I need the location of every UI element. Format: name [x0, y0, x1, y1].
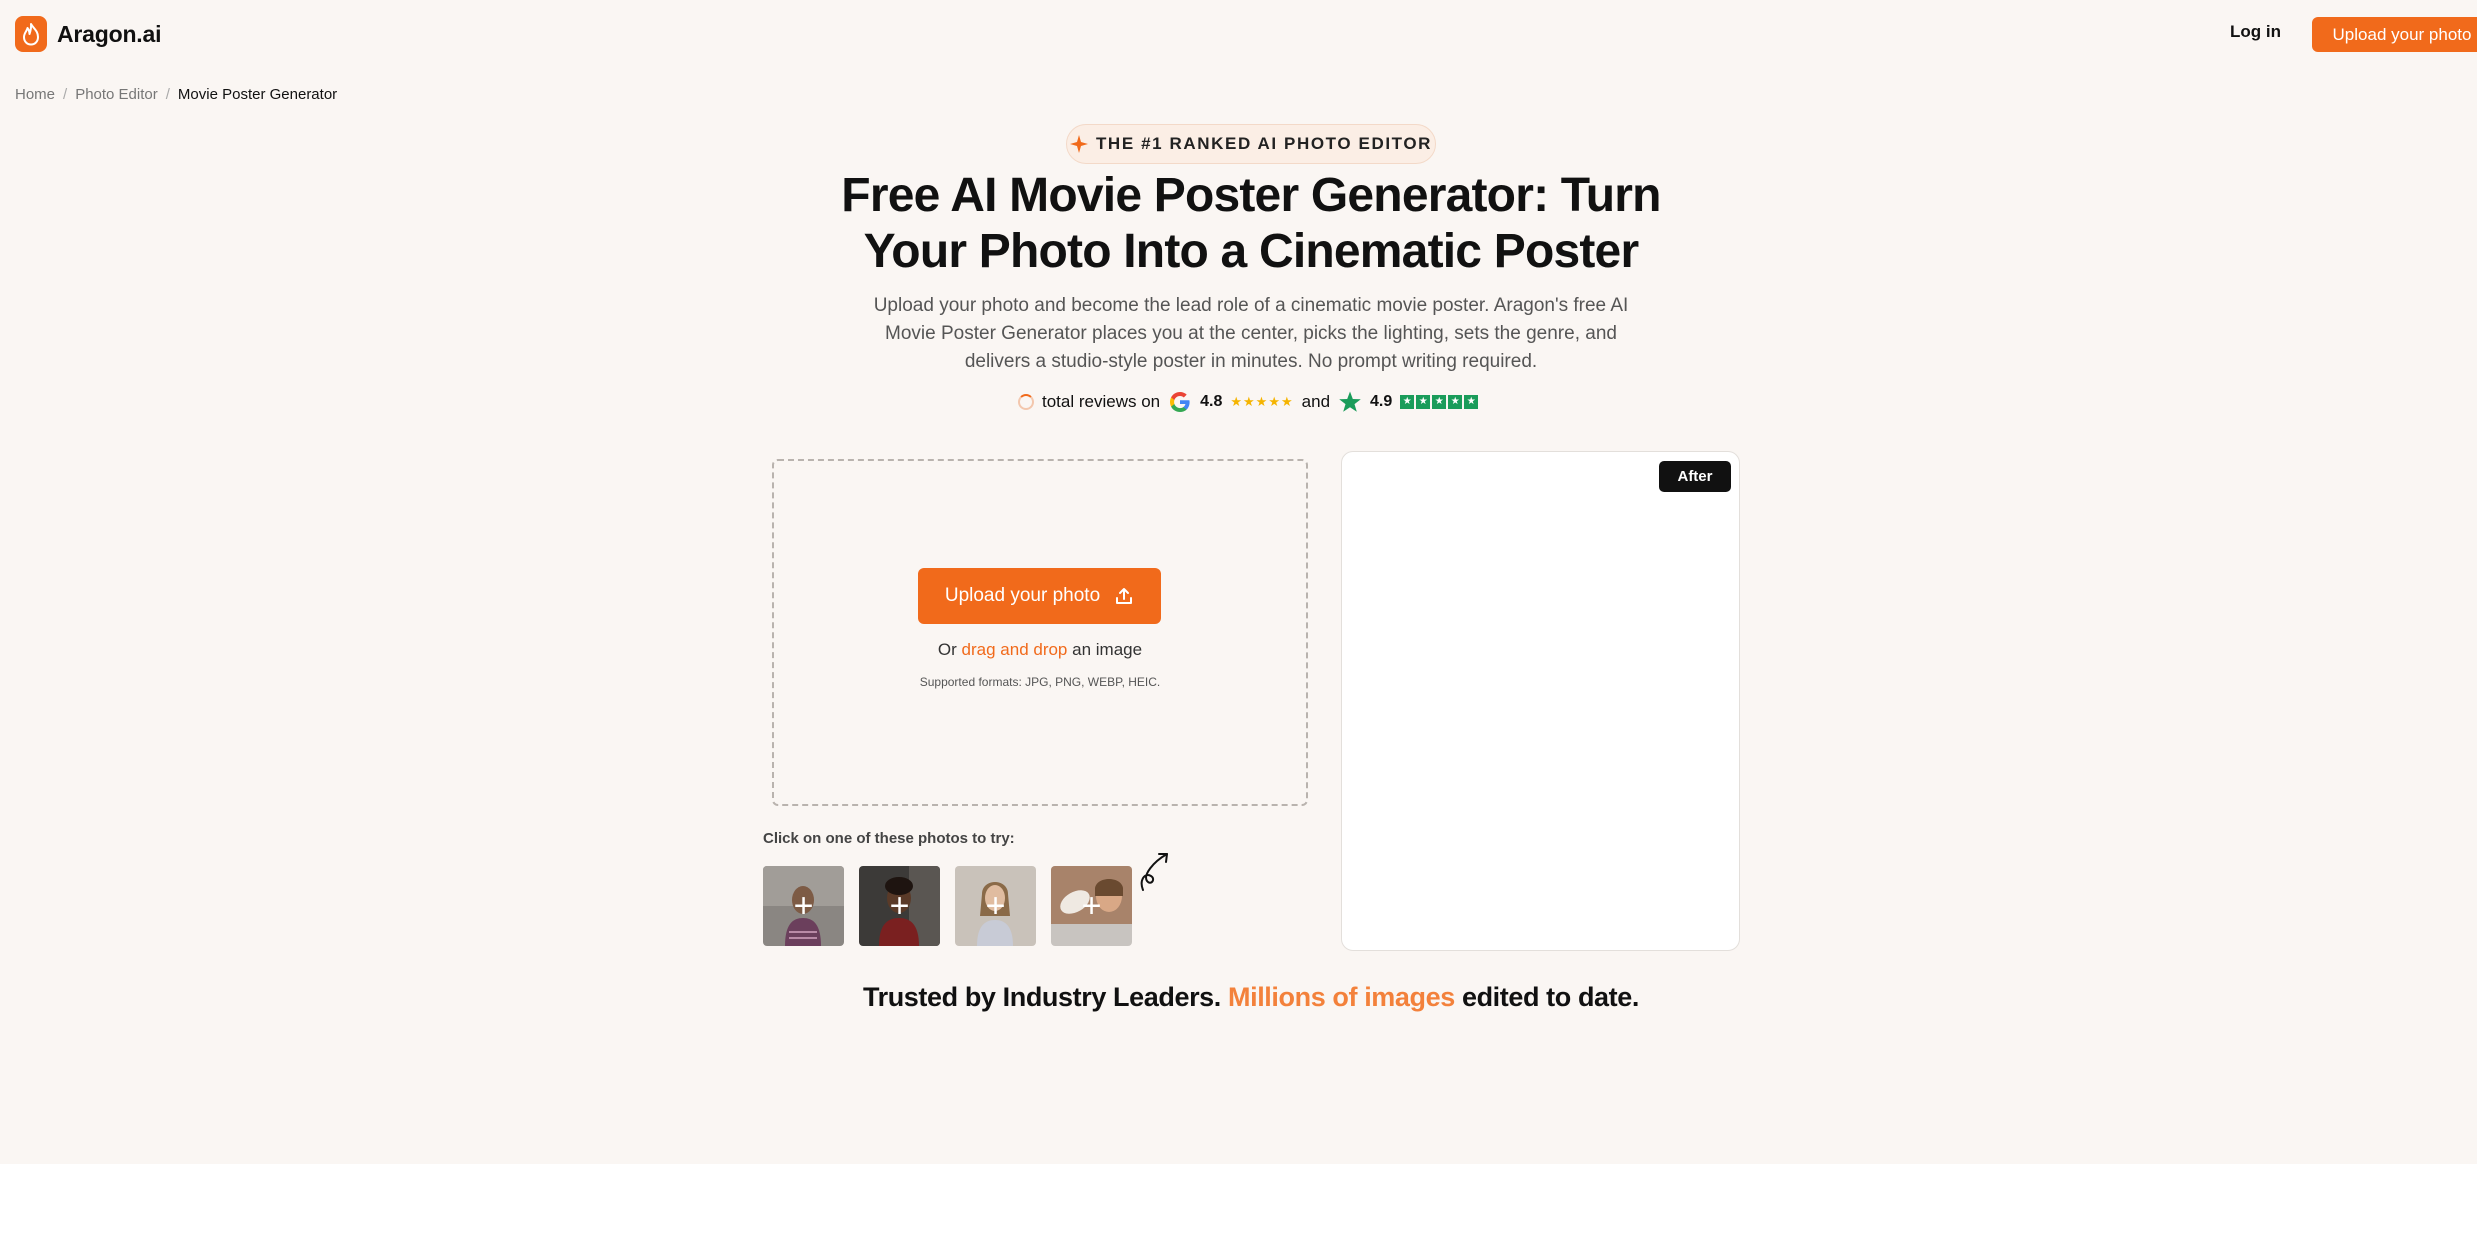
after-preview-panel: [1341, 451, 1740, 951]
sample-photo-1[interactable]: +: [763, 866, 844, 946]
reviews-row: total reviews on 4.8 ★★★★★ and 4.9 ★ ★ ★ ★ ★: [1018, 386, 1479, 418]
loading-spinner-icon: [1018, 394, 1034, 410]
plus-icon: +: [889, 886, 910, 925]
drag-drop-hint: Or drag and drop an image: [772, 640, 1308, 660]
trustpilot-star-icon: [1339, 391, 1361, 412]
ranked-badge: THE #1 RANKED AI PHOTO EDITOR: [1066, 124, 1436, 164]
upload-dropzone[interactable]: [772, 459, 1308, 806]
upload-button-label: Upload your photo: [944, 585, 1101, 606]
trustpilot-stars-icon: ★ ★ ★ ★ ★: [1400, 395, 1479, 409]
an-image-text: an image: [1072, 640, 1143, 659]
google-score: 4.8: [1200, 393, 1223, 410]
page-title: Free AI Movie Poster Generator: Turn You…: [841, 169, 1661, 278]
trustpilot-score: 4.9: [1370, 393, 1393, 410]
trusted-lead: Trusted by Industry Leaders.: [863, 982, 1221, 1012]
upload-photo-button[interactable]: Upload your photo: [918, 568, 1161, 624]
plus-icon: +: [793, 886, 814, 925]
page-subtitle: Upload your photo and become the lead ro…: [873, 295, 1629, 372]
sample-photo-4[interactable]: +: [1051, 866, 1132, 946]
logo[interactable]: Aragon.ai: [15, 16, 161, 52]
trusted-highlight: Millions of images: [1228, 982, 1455, 1012]
drag-and-drop-link[interactable]: drag and drop: [962, 640, 1068, 659]
plus-icon: +: [1081, 886, 1102, 925]
breadcrumb-photo-editor[interactable]: Photo Editor: [75, 86, 158, 103]
badge-text: THE #1 RANKED AI PHOTO EDITOR: [1095, 134, 1433, 153]
reviews-joiner: and: [1301, 392, 1331, 411]
sample-photo-2[interactable]: +: [859, 866, 940, 946]
logo-text: Aragon.ai: [57, 20, 162, 47]
or-text: Or: [937, 640, 957, 659]
breadcrumb: Home / Photo Editor / Movie Poster Gener…: [15, 86, 337, 103]
sparkle-icon: [1069, 135, 1088, 153]
header-upload-button[interactable]: Upload your photo: [2312, 17, 2477, 52]
trusted-heading: Trusted by Industry Leaders. Millions of…: [838, 982, 1664, 1013]
trusted-tail: edited to date.: [1461, 982, 1639, 1012]
breadcrumb-current: Movie Poster Generator: [177, 86, 338, 103]
breadcrumb-home[interactable]: Home: [15, 86, 55, 103]
google-icon: [1170, 392, 1190, 412]
flame-icon: [15, 16, 47, 52]
sample-photos-label: Click on one of these photos to try:: [763, 830, 1015, 847]
google-stars-icon: ★★★★★: [1230, 394, 1294, 409]
page-lower-section: [0, 1164, 2477, 1252]
sample-photo-3[interactable]: +: [955, 866, 1036, 946]
upload-icon: [1116, 588, 1133, 604]
reviews-prefix: total reviews on: [1042, 392, 1161, 411]
breadcrumb-separator: /: [63, 86, 68, 103]
login-link[interactable]: Log in: [2230, 22, 2281, 42]
breadcrumb-separator: /: [165, 86, 170, 103]
plus-icon: +: [985, 886, 1006, 925]
supported-formats: Supported formats: JPG, PNG, WEBP, HEIC.: [919, 675, 1161, 689]
after-label: After: [1659, 461, 1731, 492]
curly-arrow-icon: [1140, 853, 1168, 891]
